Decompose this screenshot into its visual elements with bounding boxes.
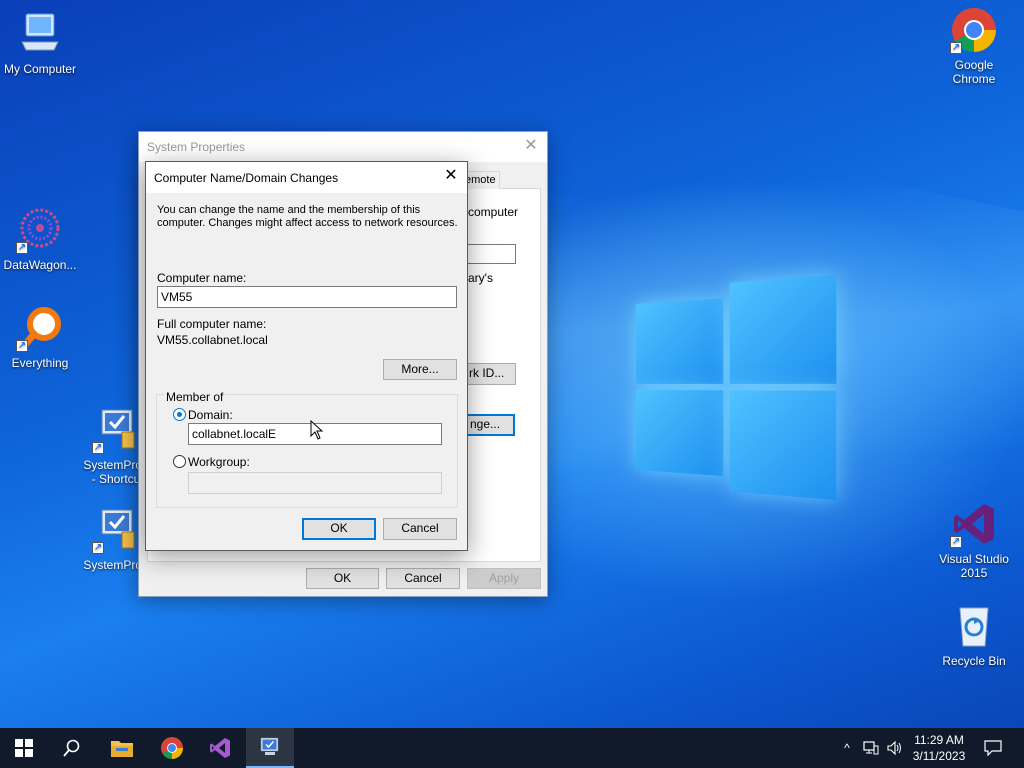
dialog-description: You can change the name and the membersh…: [157, 204, 421, 216]
domain-label: Domain:: [188, 408, 233, 422]
panel-text-fragment: ary's: [468, 271, 493, 285]
full-computer-name-value: VM55.collabnet.local: [157, 333, 268, 347]
taskbar-chrome[interactable]: [148, 728, 196, 768]
windows-logo-wallpaper: [636, 274, 837, 501]
chrome-icon: [161, 737, 183, 759]
taskbar-clock[interactable]: 11:29 AM 3/11/2023: [906, 732, 972, 764]
desktop-icon-everything[interactable]: ↗ Everything: [0, 304, 80, 370]
dialog-title: Computer Name/Domain Changes: [154, 170, 339, 185]
dialog-titlebar[interactable]: Computer Name/Domain Changes ✕: [146, 162, 467, 193]
sysprop-ok-button[interactable]: OK: [306, 568, 379, 589]
shortcut-arrow-icon: ↗: [92, 542, 104, 554]
cancel-button[interactable]: Cancel: [383, 518, 457, 540]
computer-name-label: Computer name:: [157, 271, 247, 285]
visual-studio-icon: ↗: [950, 500, 998, 548]
dialog-description: computer. Changes might affect access to…: [157, 217, 458, 229]
computer-name-input[interactable]: VM55: [157, 286, 457, 308]
clock-time: 11:29 AM: [914, 733, 964, 747]
member-of-label: Member of: [164, 390, 226, 404]
desktop-icon-google-chrome[interactable]: ↗ Google Chrome: [934, 6, 1014, 86]
desktop-icon-label: Google: [954, 58, 994, 72]
notification-icon: [984, 740, 1002, 756]
search-icon: [63, 739, 80, 757]
change-button[interactable]: nge...: [466, 414, 515, 436]
file-explorer-icon: [111, 741, 133, 757]
start-icon: [15, 739, 33, 757]
system-properties-icon: [260, 737, 279, 755]
window-title: System Properties: [147, 140, 246, 154]
workgroup-radio[interactable]: [173, 455, 186, 468]
desktop-icon-visual-studio[interactable]: ↗ Visual Studio 2015: [934, 500, 1014, 580]
desktop-icon-label: DataWagon...: [3, 258, 77, 272]
desktop-icon-datawagon[interactable]: ↗ DataWagon...: [0, 206, 80, 272]
workgroup-input[interactable]: [188, 472, 442, 494]
description-input-fragment[interactable]: [466, 244, 516, 264]
shortcut-arrow-icon: ↗: [16, 242, 28, 254]
shortcut-arrow-icon: ↗: [92, 442, 104, 454]
system-properties-icon: ↗: [92, 406, 140, 454]
recycle-bin-icon: [950, 602, 998, 650]
action-center-button[interactable]: [978, 728, 1008, 768]
shortcut-arrow-icon: ↗: [950, 42, 962, 54]
desktop-icon-label: 2015: [960, 566, 988, 580]
window-titlebar[interactable]: System Properties ✕: [139, 132, 547, 162]
desktop-icon-label: Visual Studio: [939, 552, 1009, 566]
taskbar-file-explorer[interactable]: [98, 728, 146, 768]
taskbar-system-properties[interactable]: [246, 728, 294, 768]
desktop-icon-label: Everything: [11, 356, 69, 370]
close-icon[interactable]: ✕: [441, 166, 461, 186]
system-properties-icon: ↗: [92, 506, 140, 554]
full-computer-name-label: Full computer name:: [157, 317, 267, 331]
start-button[interactable]: [0, 728, 48, 768]
domain-radio[interactable]: [173, 408, 186, 421]
shortcut-arrow-icon: ↗: [950, 536, 962, 548]
desktop-icon-recycle-bin[interactable]: Recycle Bin: [934, 602, 1014, 668]
taskbar: ^ 11:29 AM 3/11/2023: [0, 728, 1024, 768]
chrome-icon: ↗: [950, 6, 998, 54]
shortcut-arrow-icon: ↗: [16, 340, 28, 352]
ok-button[interactable]: OK: [302, 518, 376, 540]
computer-name-dialog: Computer Name/Domain Changes ✕ You can c…: [145, 161, 468, 551]
chevron-up-icon: ^: [844, 741, 850, 755]
visual-studio-icon: [210, 738, 230, 758]
desktop-icon-my-computer[interactable]: My Computer: [0, 10, 80, 76]
computer-icon: [16, 10, 64, 58]
panel-text-fragment: computer: [468, 205, 519, 219]
desktop-icon-label: Chrome: [952, 72, 996, 86]
search-button[interactable]: [48, 728, 96, 768]
desktop-icon-label: My Computer: [3, 62, 77, 76]
desktop-icon-label: Recycle Bin: [942, 654, 1006, 668]
volume-tray-button[interactable]: [884, 728, 906, 768]
taskbar-visual-studio[interactable]: [196, 728, 244, 768]
speaker-icon: [887, 741, 901, 755]
sysprop-cancel-button[interactable]: Cancel: [386, 568, 460, 589]
show-hidden-icons-button[interactable]: ^: [838, 728, 856, 768]
network-tray-button[interactable]: [860, 728, 882, 768]
everything-search-icon: ↗: [16, 304, 64, 352]
mouse-cursor-icon: [310, 420, 324, 440]
more-button[interactable]: More...: [383, 359, 457, 380]
close-icon[interactable]: ✕: [521, 136, 541, 156]
datawagon-icon: ↗: [16, 206, 64, 254]
clock-date: 3/11/2023: [912, 749, 966, 763]
network-id-button[interactable]: rk ID...: [466, 363, 516, 385]
workgroup-label: Workgroup:: [188, 455, 250, 469]
sysprop-apply-button[interactable]: Apply: [467, 568, 541, 589]
network-icon: [863, 741, 879, 755]
